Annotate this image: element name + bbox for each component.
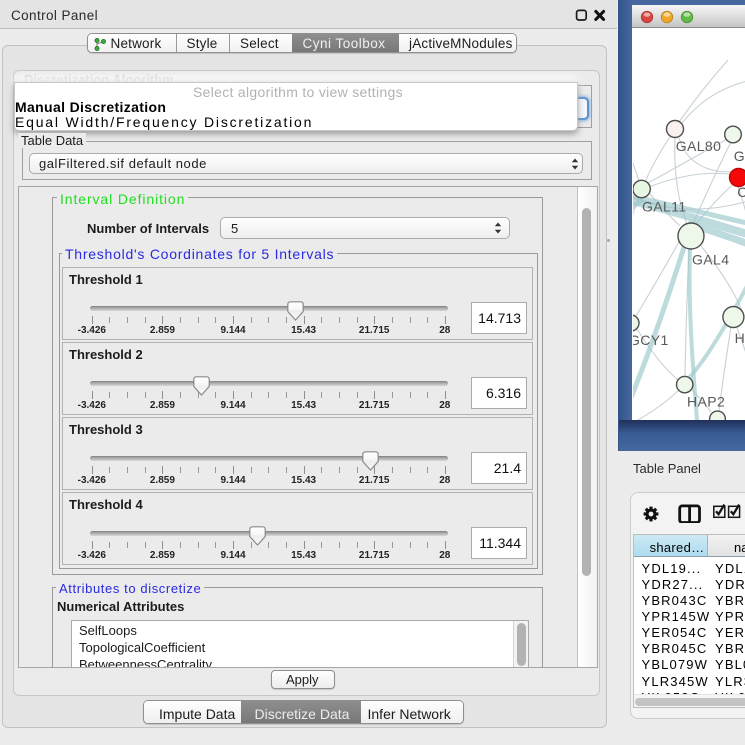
svg-text:GAL80: GAL80 [676,138,722,154]
svg-text:HAP2: HAP2 [687,394,725,410]
svg-text:GAL4: GAL4 [692,252,729,268]
svg-text:HI: HI [735,330,745,346]
svg-text:GCY1: GCY1 [633,332,669,348]
svg-text:GA: GA [734,148,745,164]
svg-text:GAL11: GAL11 [642,199,687,215]
svg-text:C: C [737,184,745,200]
